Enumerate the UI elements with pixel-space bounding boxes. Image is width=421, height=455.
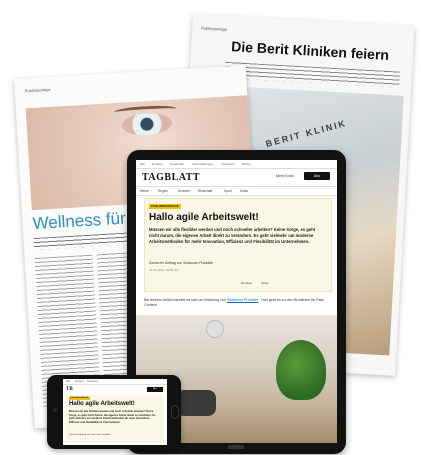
nav-item[interactable]: Kultur xyxy=(240,189,248,193)
top-link[interactable]: E-Paper xyxy=(152,162,163,166)
lamp-shape xyxy=(206,320,224,338)
paid-content-disclaimer: Bei diesem Artikel handelt es sich um We… xyxy=(144,298,330,308)
nav-item[interactable]: Wirtschaft xyxy=(198,189,212,193)
top-link[interactable]: Podcasts xyxy=(222,162,234,166)
phone-device: Alle E-Paper Newsletter TB Abo PUBLIREPO… xyxy=(47,375,181,449)
chair-shape xyxy=(176,390,216,416)
disclaimer-text: Bei diesem Artikel handelt es sich um We… xyxy=(144,298,226,302)
nav-item[interactable]: Sport xyxy=(224,189,232,193)
tablet-home-indicator xyxy=(228,445,244,449)
phone-site-logo[interactable]: TB xyxy=(66,387,73,392)
phone-screen: Alle E-Paper Newsletter TB Abo PUBLIREPO… xyxy=(63,379,167,445)
phone-top-links: Alle E-Paper Newsletter xyxy=(63,379,167,385)
phone-article-byline[interactable]: Zuerst ein Auftrag von Swisscom Produkte xyxy=(69,434,110,436)
sponsor-link[interactable]: Swisscom Produkte xyxy=(227,298,259,302)
front-page-kicker: Publireportage xyxy=(24,86,51,94)
phone-abo-button[interactable]: Abo xyxy=(147,387,163,392)
phone-home-button xyxy=(171,405,179,419)
back-page-kicker: Publireportage xyxy=(201,25,228,32)
phone-publireportage-badge: PUBLIREPORTAGE xyxy=(69,397,90,400)
top-link[interactable]: Veranstaltungen xyxy=(192,162,214,166)
main-nav: Meine Region Schweiz Wirtschaft Sport Ku… xyxy=(136,186,337,196)
nav-item[interactable]: Schweiz xyxy=(178,189,190,193)
back-page-intro-text xyxy=(224,61,401,88)
nav-item[interactable]: Meine xyxy=(140,189,149,193)
publireportage-badge: PUBLIREPORTAGE xyxy=(149,204,181,209)
share-button[interactable]: Teilen xyxy=(261,281,269,285)
top-link[interactable]: Wetter xyxy=(242,162,251,166)
tablet-top-links: Alle E-Paper Newsletter Veranstaltungen … xyxy=(136,160,337,169)
login-link[interactable]: Mein Konto xyxy=(276,174,294,178)
article-headline: Hallo agile Arbeitswelt! xyxy=(149,212,259,223)
nav-item[interactable]: Region xyxy=(158,189,168,193)
article-byline[interactable]: Zuerst ein Auftrag von Swisscom Produkte xyxy=(149,261,213,265)
article-date: 06.01.2022, 10:00 Uhr xyxy=(149,268,179,272)
back-page-headline: Die Berit Kliniken feiern xyxy=(230,38,390,63)
top-link[interactable]: Alle xyxy=(66,380,70,383)
article-teaser-box: PUBLIREPORTAGE Hallo agile Arbeitswelt! … xyxy=(144,198,332,292)
abo-button[interactable]: Abo xyxy=(304,172,330,180)
plant-shape xyxy=(276,340,326,400)
phone-article-headline: Hallo agile Arbeitswelt! xyxy=(69,401,135,407)
article-teaser: Müssen wir alle flexibler werden und noc… xyxy=(149,227,316,244)
top-link[interactable]: Newsletter xyxy=(170,162,184,166)
top-link[interactable]: E-Paper xyxy=(75,380,84,383)
phone-article-box: PUBLIREPORTAGE Hallo agile Arbeitswelt! … xyxy=(66,395,164,443)
site-logo[interactable]: TAGBLATT xyxy=(142,172,200,183)
top-link[interactable]: Newsletter xyxy=(87,380,98,383)
top-link[interactable]: Alle xyxy=(140,162,145,166)
phone-article-teaser: Müssen wir alle flexibler werden und noc… xyxy=(69,410,156,424)
phone-camera xyxy=(53,408,57,412)
print-button[interactable]: Drucken xyxy=(241,281,252,285)
